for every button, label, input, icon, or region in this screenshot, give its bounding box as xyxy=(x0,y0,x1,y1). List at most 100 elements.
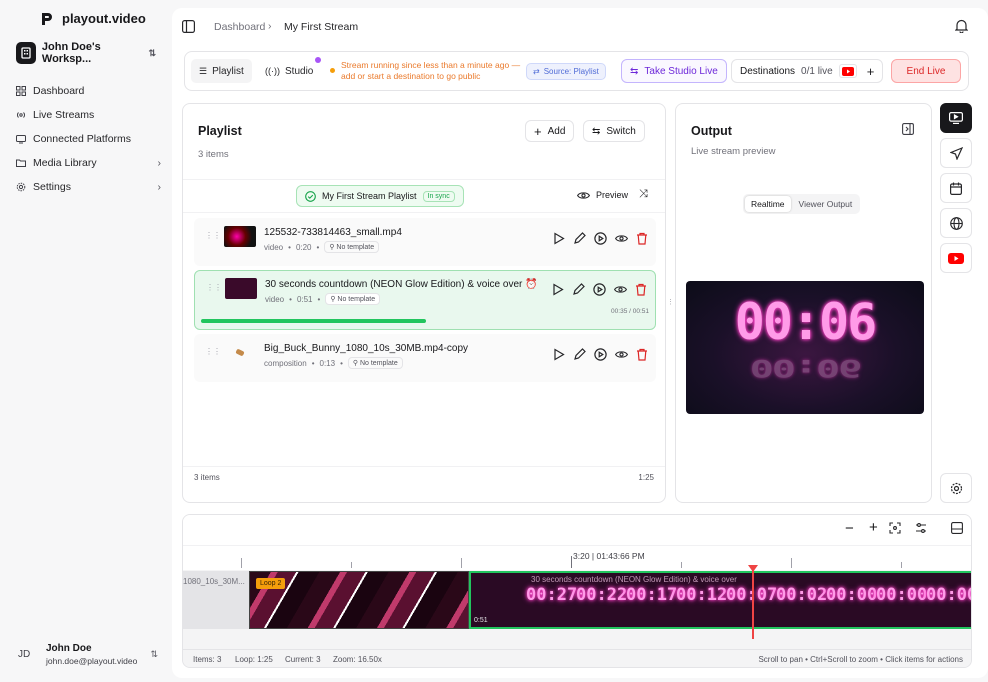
source-badge: ⇄ Source: Playlist xyxy=(526,63,606,80)
item-progress-text: 00:35 / 00:51 xyxy=(611,308,649,315)
play-circle-icon[interactable] xyxy=(594,348,607,361)
gear-icon xyxy=(950,482,963,495)
tab-label: Playlist xyxy=(212,65,244,77)
panel-icon[interactable] xyxy=(951,522,963,534)
zoom-in-icon[interactable]: + xyxy=(869,519,878,536)
edit-icon[interactable] xyxy=(572,283,585,296)
mode-viewer-output-button[interactable]: Viewer Output xyxy=(793,196,859,212)
item-type: composition xyxy=(264,358,307,368)
item-duration: 0:51 xyxy=(296,294,313,304)
sliders-icon[interactable] xyxy=(915,522,927,534)
play-icon[interactable] xyxy=(553,232,565,245)
drag-handle-icon[interactable]: ⋮⋮ xyxy=(206,283,222,292)
switch-button[interactable]: ⇆ Switch xyxy=(583,120,645,142)
sidebar-item-dashboard[interactable]: Dashboard xyxy=(16,81,161,101)
stat-current: Current: 3 xyxy=(285,655,321,664)
sidebar-item-media-library[interactable]: Media Library › xyxy=(16,153,161,173)
workspace-switcher[interactable]: John Doe's Worksp... ⇅ xyxy=(16,41,156,65)
rail-youtube-button[interactable] xyxy=(940,243,972,273)
tab-label: Studio xyxy=(285,65,314,77)
rail-settings-button[interactable] xyxy=(940,473,972,503)
zoom-out-icon[interactable]: − xyxy=(845,520,854,537)
button-label: Add xyxy=(547,125,566,137)
playhead[interactable] xyxy=(752,567,754,639)
sidebar: playout.video John Doe's Worksp... ⇅ Das… xyxy=(0,0,172,682)
chevron-right-icon: › xyxy=(157,181,162,193)
playlist-item-active[interactable]: ⋮⋮ 00:35 / 00:51 30 seconds countdown (N… xyxy=(194,270,656,330)
studio-notification-dot xyxy=(315,57,321,63)
eye-icon xyxy=(577,191,590,200)
edit-icon[interactable] xyxy=(573,232,586,245)
stat-loop: Loop: 1:25 xyxy=(235,655,273,664)
add-button[interactable]: + Add xyxy=(525,120,575,142)
sidebar-item-connected-platforms[interactable]: Connected Platforms xyxy=(16,129,161,149)
sidebar-toggle-icon[interactable] xyxy=(182,20,195,33)
trash-icon[interactable] xyxy=(636,232,648,245)
stream-status-text: Stream running since less than a minute … xyxy=(341,60,521,81)
preview-reflection: 00:06 xyxy=(749,354,861,382)
edit-icon[interactable] xyxy=(573,348,586,361)
play-icon[interactable] xyxy=(552,283,564,296)
plus-icon[interactable]: + xyxy=(867,64,875,79)
mode-realtime-button[interactable]: Realtime xyxy=(745,196,791,212)
timeline-clip[interactable]: Loop 2 xyxy=(249,571,469,629)
item-type: video xyxy=(264,242,284,252)
item-meta: video • 0:51 • ⚲ No template xyxy=(265,293,381,305)
sidebar-item-live-streams[interactable]: Live Streams xyxy=(16,105,161,125)
timeline-clip[interactable]: 1080_10s_30M... xyxy=(183,571,249,629)
sidebar-item-settings[interactable]: Settings › xyxy=(16,177,161,197)
eye-icon[interactable] xyxy=(614,285,627,294)
resize-handle-icon[interactable]: ⋮ xyxy=(667,298,674,306)
trash-icon[interactable] xyxy=(636,348,648,361)
end-live-button[interactable]: End Live xyxy=(891,59,961,83)
rail-send-button[interactable] xyxy=(940,138,972,168)
frame-number: 00:22 xyxy=(576,585,628,605)
drag-handle-icon[interactable]: ⋮⋮ xyxy=(205,231,221,240)
destinations-control[interactable]: Destinations 0/1 live + xyxy=(731,59,884,83)
workspace-icon xyxy=(16,42,36,64)
take-studio-live-button[interactable]: ⇆ Take Studio Live xyxy=(621,59,727,83)
play-circle-icon[interactable] xyxy=(593,283,606,296)
item-name: 30 seconds countdown (NEON Glow Edition)… xyxy=(265,279,538,290)
playlist-sync-pill[interactable]: My First Stream Playlist In sync xyxy=(296,185,464,207)
shuffle-icon[interactable]: ⤨ xyxy=(639,188,648,201)
bell-icon[interactable] xyxy=(955,19,968,33)
playhead-marker-icon[interactable] xyxy=(748,565,758,572)
broadcast-icon: ((·)) xyxy=(265,66,280,76)
stream-toolbar: ☰ Playlist ((·)) Studio Stream running s… xyxy=(184,51,969,91)
trash-icon[interactable] xyxy=(635,283,647,296)
play-circle-icon[interactable] xyxy=(594,232,607,245)
user-menu[interactable]: JD John Doe john.doe@playout.video ⇅ xyxy=(18,643,158,666)
sync-badge: In sync xyxy=(422,190,455,202)
youtube-icon[interactable] xyxy=(838,64,857,78)
output-subtitle: Live stream preview xyxy=(691,146,776,157)
fit-icon[interactable] xyxy=(889,522,901,534)
rail-output-button[interactable] xyxy=(940,103,972,133)
collapse-panel-icon[interactable] xyxy=(902,123,914,135)
breadcrumb-current: My First Stream xyxy=(284,21,359,33)
rail-globe-button[interactable] xyxy=(940,208,972,238)
tab-studio[interactable]: ((·)) Studio xyxy=(257,59,321,83)
playlist-item[interactable]: ⋮⋮ 125532-733814463_small.mp4 video • 0:2… xyxy=(194,218,656,266)
playlist-item[interactable]: ⋮⋮ Big_Buck_Bunny_1080_10s_30MB.mp4-copy… xyxy=(194,334,656,382)
timeline-clip-active[interactable]: 0:51 30 seconds countdown (NEON Glow Edi… xyxy=(469,571,971,629)
eye-icon[interactable] xyxy=(615,350,628,359)
sidebar-item-label: Live Streams xyxy=(33,109,95,121)
preview-button[interactable]: Preview xyxy=(577,190,628,200)
breadcrumb-root[interactable]: Dashboard xyxy=(214,21,265,33)
eye-icon[interactable] xyxy=(615,234,628,243)
drag-handle-icon[interactable]: ⋮⋮ xyxy=(205,347,221,356)
rail-schedule-button[interactable] xyxy=(940,173,972,203)
frame-number: 00:00 xyxy=(876,585,928,605)
tab-playlist[interactable]: ☰ Playlist xyxy=(191,59,252,83)
frame-number: 00:00 xyxy=(826,585,878,605)
timeline-controls: − + xyxy=(183,515,971,545)
breadcrumb-separator: › xyxy=(268,20,272,32)
template-badge[interactable]: ⚲ No template xyxy=(324,241,380,253)
template-badge[interactable]: ⚲ No template xyxy=(347,357,403,369)
template-badge[interactable]: ⚲ No template xyxy=(325,293,381,305)
link-icon xyxy=(16,134,26,144)
play-icon[interactable] xyxy=(553,348,565,361)
brand[interactable]: playout.video xyxy=(40,11,146,26)
frame-number: 00:17 xyxy=(626,585,678,605)
